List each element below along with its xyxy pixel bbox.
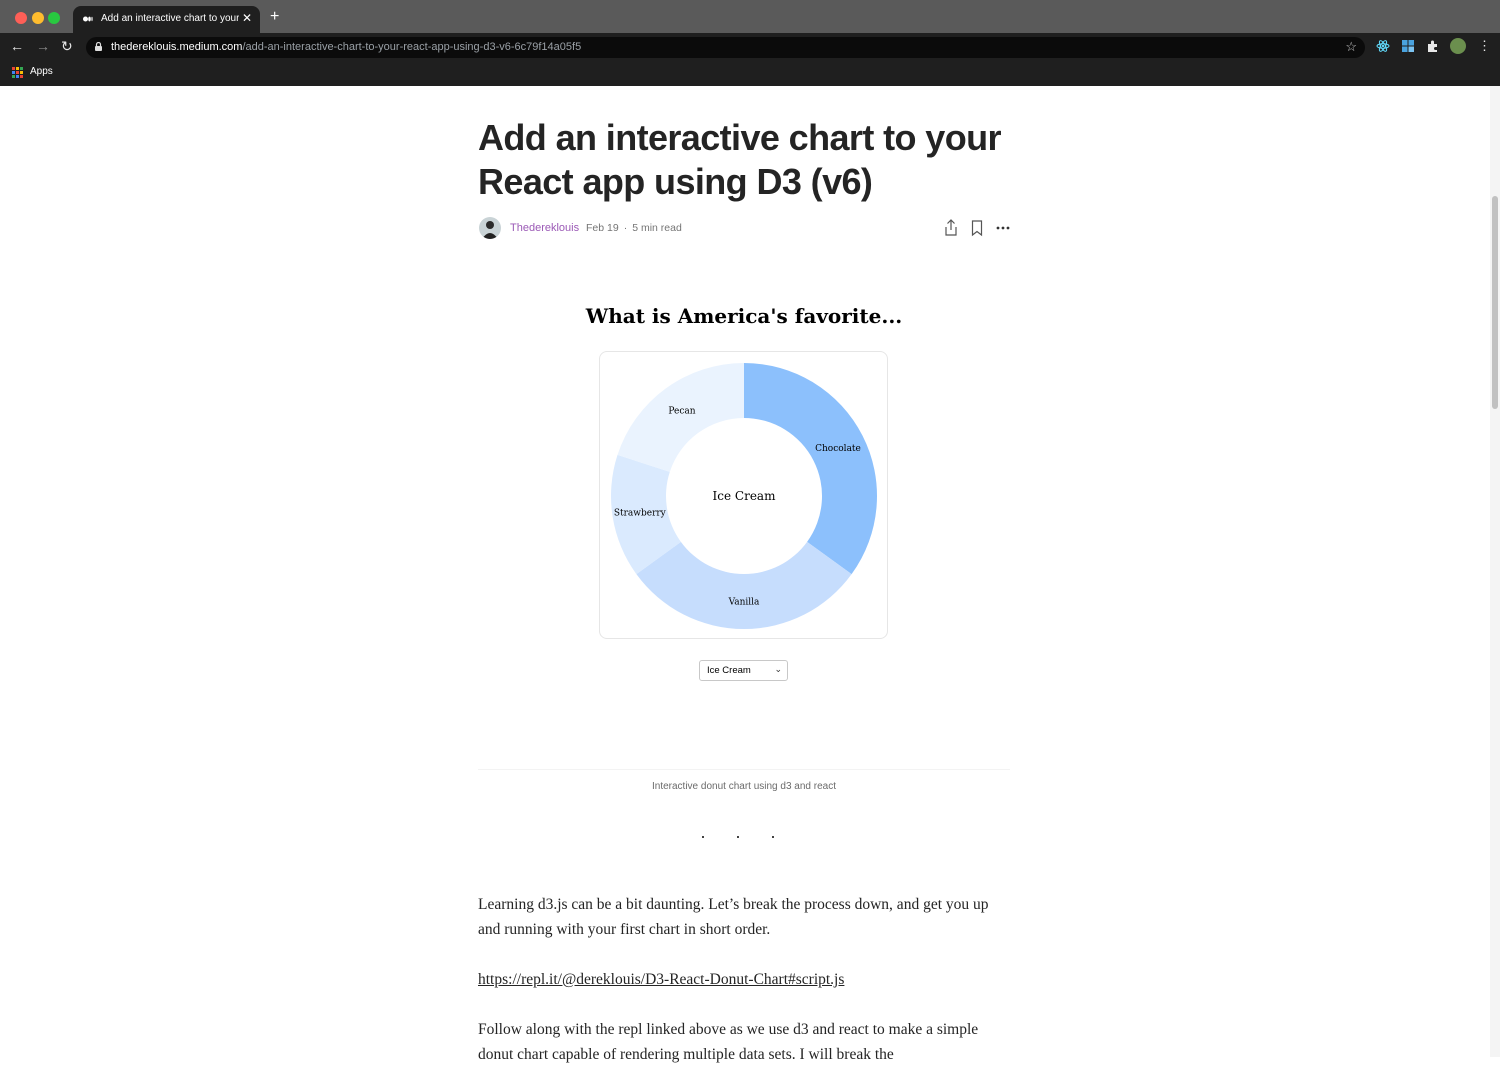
slice-label-chocolate: Chocolate (815, 444, 861, 454)
donut-slice-pecan[interactable] (617, 363, 744, 472)
dataset-select[interactable]: Ice Cream ⌄ (699, 660, 788, 681)
body-paragraph-1: Learning d3.js can be a bit daunting. Le… (478, 896, 989, 938)
apps-bookmark[interactable]: Apps (30, 66, 53, 77)
slice-label-pecan: Pecan (668, 407, 695, 417)
donut-slice-chocolate[interactable] (744, 363, 877, 575)
profile-avatar[interactable] (1450, 38, 1466, 54)
read-time: 5 min read (632, 222, 682, 234)
scrollbar[interactable] (1490, 86, 1500, 1057)
slice-label-strawberry: Strawberry (614, 509, 667, 519)
tab-title: Add an interactive chart to your React a… (101, 13, 239, 24)
grid-extension-icon[interactable] (1401, 39, 1415, 53)
author-name-link[interactable]: Thedereklouis (510, 222, 579, 234)
browser-tab[interactable]: Add an interactive chart to your React a… (73, 6, 260, 33)
forward-arrow-icon[interactable]: → (36, 38, 50, 54)
scrollbar-thumb[interactable] (1492, 196, 1498, 409)
author-avatar[interactable] (479, 217, 501, 239)
url-path: /add-an-interactive-chart-to-your-react-… (242, 41, 582, 53)
url-text: thedereklouis.medium.com/add-an-interact… (111, 41, 581, 53)
figure-caption: Interactive donut chart using d3 and rea… (651, 781, 836, 792)
bookmarks-bar: Apps (0, 61, 1500, 86)
article-meta: Feb 19 · 5 min read (586, 222, 682, 234)
donut-chart-svg: Chocolate Vanilla Strawberry Pecan Ice Cream (611, 363, 877, 629)
window-close-button[interactable] (15, 12, 27, 24)
new-tab-button[interactable]: + (270, 9, 279, 25)
share-icon[interactable] (943, 219, 959, 237)
window-minimize-button[interactable] (32, 12, 44, 24)
repl-link[interactable]: https://repl.it/@dereklouis/D3-React-Don… (478, 967, 1008, 992)
back-arrow-icon[interactable]: ← (10, 38, 24, 54)
lock-icon (95, 42, 102, 51)
react-devtools-icon[interactable] (1376, 39, 1390, 53)
apps-grid-icon[interactable] (12, 67, 23, 78)
figure-heading: What is America's favorite... (585, 304, 903, 328)
meta-separator: · (623, 222, 628, 234)
figure-divider (478, 769, 1010, 770)
section-separator: · · · (700, 826, 788, 846)
article-title: Add an interactive chart to your React a… (478, 117, 1002, 202)
bookmark-star-icon[interactable]: ☆ (1345, 39, 1357, 55)
medium-favicon-icon (83, 16, 93, 22)
tab-close-icon[interactable]: ✕ (242, 11, 252, 25)
slice-label-vanilla: Vanilla (728, 598, 760, 608)
window-titlebar: Add an interactive chart to your React a… (0, 0, 1500, 33)
url-host: thedereklouis.medium.com (111, 41, 243, 53)
chevron-down-icon: ⌄ (774, 664, 782, 674)
avatar-image (482, 221, 498, 239)
address-bar[interactable]: thedereklouis.medium.com/add-an-interact… (86, 37, 1365, 58)
publish-date: Feb 19 (586, 222, 619, 234)
donut-chart: Chocolate Vanilla Strawberry Pecan Ice Cream (599, 351, 888, 639)
donut-center-label: Ice Cream (713, 489, 777, 503)
extensions-puzzle-icon[interactable] (1426, 39, 1440, 53)
bookmark-icon[interactable] (969, 219, 985, 237)
dataset-select-value: Ice Cream (707, 665, 751, 676)
browser-menu-icon[interactable]: ⋮ (1478, 38, 1491, 54)
more-icon[interactable] (995, 219, 1011, 237)
body-paragraph-2: Follow along with the repl linked above … (478, 1021, 979, 1063)
reload-icon[interactable]: ↻ (61, 38, 73, 54)
window-maximize-button[interactable] (48, 12, 60, 24)
browser-toolbar: ← → ↻ thedereklouis.medium.com/add-an-in… (0, 33, 1500, 61)
donut-slice-vanilla[interactable] (636, 541, 852, 629)
